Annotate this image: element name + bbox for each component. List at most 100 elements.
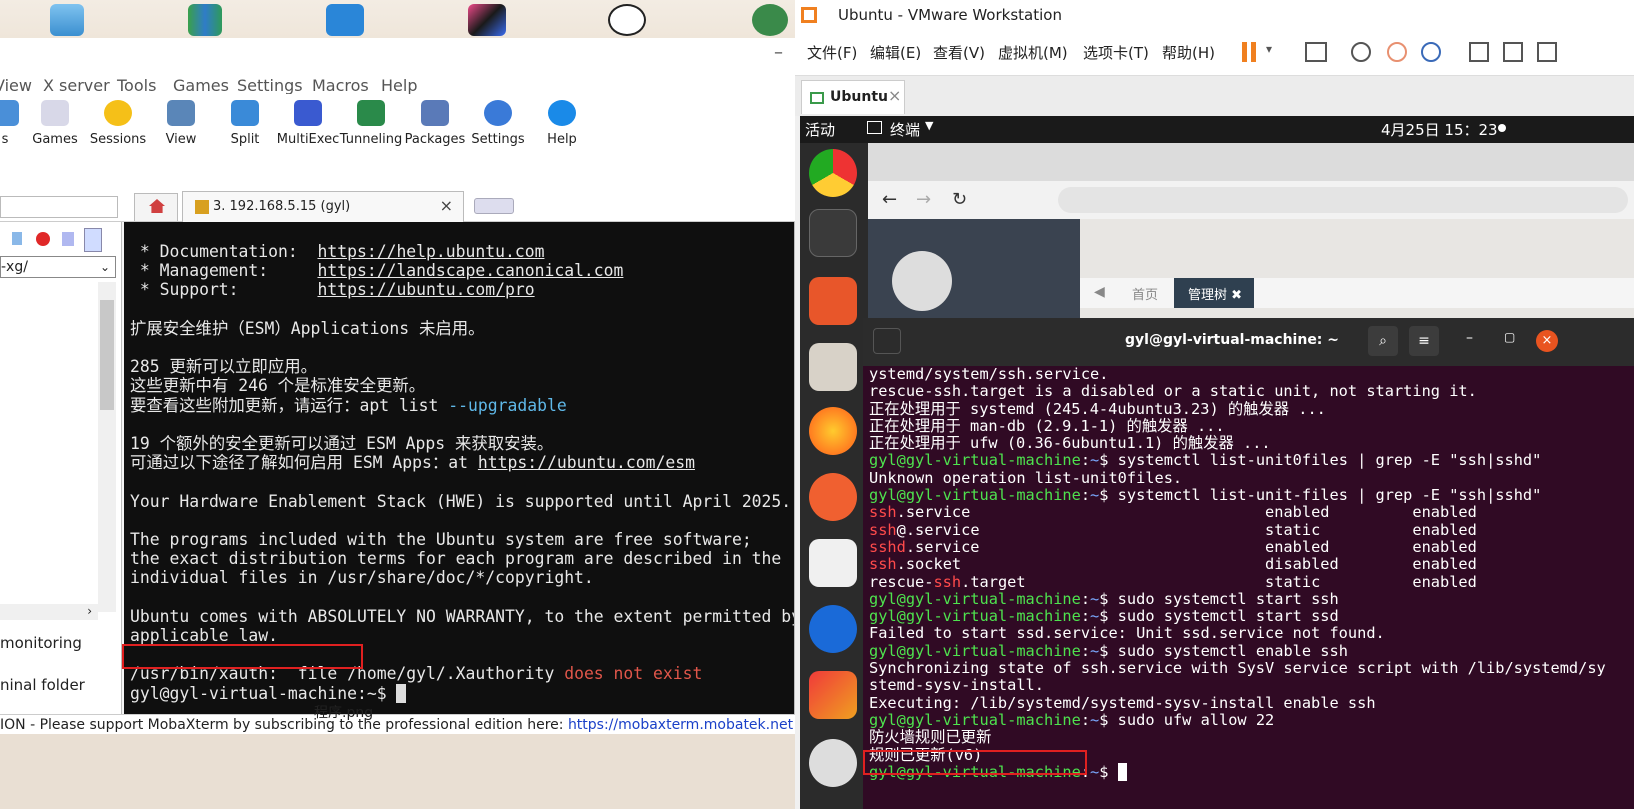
menu-view[interactable]: View — [0, 76, 32, 95]
terminal-line: Failed to start ssd.service: Unit ssd.se… — [869, 624, 1385, 643]
toolbar-tunneling-button[interactable]: Tunneling — [336, 100, 406, 147]
shield-app-icon[interactable] — [752, 4, 788, 36]
tab-manage-tree[interactable]: 管理树 ✖ — [1174, 278, 1254, 308]
home-tab[interactable] — [134, 193, 178, 221]
qq-icon[interactable] — [608, 4, 646, 36]
info-icon[interactable] — [84, 228, 102, 252]
final-prompt-highlight — [863, 750, 1087, 775]
terminal-output[interactable]: ystemd/system/ssh.service. rescue-ssh.tar… — [863, 366, 1634, 809]
snapshot-icon[interactable] — [1351, 42, 1371, 62]
mobatek-link[interactable]: https://mobaxterm.mobatek.net — [568, 717, 793, 733]
toolbar-multiexec-button[interactable]: MultiExec — [273, 100, 343, 147]
computer-icon[interactable] — [50, 4, 84, 36]
toolbar-view-button[interactable]: View — [146, 100, 216, 147]
files-icon[interactable] — [809, 343, 857, 391]
snapshot-manager-icon[interactable] — [1421, 42, 1441, 62]
close-icon[interactable]: × — [440, 196, 453, 215]
rubymine-icon[interactable] — [809, 671, 857, 719]
text-icon[interactable] — [62, 232, 74, 246]
sidebar-item-monitoring[interactable]: monitoring — [0, 634, 82, 652]
monitor-icon — [167, 100, 195, 126]
help-icon[interactable] — [809, 605, 857, 653]
toolbar-sessions-button[interactable]: Sessions — [83, 100, 153, 147]
toolbar-help-button[interactable]: Help — [527, 100, 597, 147]
close-icon[interactable]: × — [888, 86, 901, 105]
delete-icon[interactable] — [36, 232, 50, 246]
moba-prompt-highlight — [122, 644, 363, 669]
menu-games[interactable]: Games — [173, 76, 229, 95]
clock[interactable]: 4月25日 15：23 — [1381, 119, 1498, 140]
search-icon[interactable]: ⌕ — [1368, 326, 1398, 356]
path-dropdown[interactable]: -xg/ ⌄ — [0, 256, 116, 278]
software-center-icon[interactable] — [809, 277, 857, 325]
new-tab-button[interactable] — [474, 198, 514, 214]
toolbar-games-button[interactable]: Games — [20, 100, 90, 147]
dvd-icon[interactable] — [809, 739, 857, 787]
menu-vm[interactable]: 虚拟机(M) — [998, 42, 1068, 63]
address-bar[interactable] — [1058, 187, 1628, 213]
terminal-line: sshd.service enabled enabled — [869, 537, 1477, 556]
tab-prev-icon[interactable]: ◀ — [1094, 284, 1105, 300]
tab-home[interactable]: 首页 — [1132, 284, 1158, 303]
forward-icon[interactable]: → — [916, 189, 931, 210]
sidebar-hscroll[interactable]: › — [0, 604, 98, 620]
toolbar-packages-button[interactable]: Packages — [400, 100, 470, 147]
minimize-button[interactable]: – — [774, 42, 783, 63]
activities-button[interactable]: 活动 — [805, 119, 835, 140]
new-tab-icon[interactable] — [873, 328, 901, 354]
session-tab[interactable]: 3. 192.168.5.15 (gyl) × — [182, 191, 464, 222]
toolbar-split-button[interactable]: Split — [210, 100, 280, 147]
menu-tools[interactable]: Tools — [117, 76, 156, 95]
books-icon[interactable] — [188, 4, 222, 36]
chevron-down-icon[interactable]: ▾ — [1266, 42, 1272, 56]
menu-edit[interactable]: 编辑(E) — [870, 42, 921, 63]
back-icon[interactable]: ← — [882, 189, 897, 210]
terminal-line: gyl@gyl-virtual-machine:~$ sudo systemct… — [869, 641, 1348, 660]
esm-link[interactable]: https://ubuntu.com/esm — [478, 453, 695, 472]
postman-icon[interactable] — [809, 473, 857, 521]
hamburger-menu-icon[interactable]: ≡ — [1409, 326, 1439, 356]
minimize-icon[interactable]: – — [1466, 330, 1473, 346]
send-keys-icon[interactable] — [1305, 42, 1327, 62]
browser-toolbar: ← → ↻ — [868, 181, 1634, 219]
menu-help-vm[interactable]: 帮助(H) — [1162, 42, 1215, 63]
menu-view-vm[interactable]: 查看(V) — [933, 42, 985, 63]
menu-tabs[interactable]: 选项卡(T) — [1083, 42, 1149, 63]
support-link[interactable]: https://ubuntu.com/pro — [318, 280, 535, 299]
menu-help[interactable]: Help — [381, 76, 417, 95]
terminal-icon[interactable] — [809, 209, 857, 257]
reload-icon[interactable]: ↻ — [952, 189, 967, 210]
close-icon[interactable]: × — [1536, 330, 1558, 352]
quick-connect-input[interactable] — [0, 196, 118, 218]
scrollbar-thumb[interactable] — [100, 300, 114, 410]
moba-terminal[interactable]: * Documentation: https://help.ubuntu.com… — [124, 222, 794, 716]
terminal-app-menu[interactable]: 终端 — [890, 119, 920, 140]
mgmt-link[interactable]: https://landscape.canonical.com — [318, 261, 624, 280]
menu-xserver[interactable]: X server — [43, 76, 110, 95]
file-icon[interactable] — [12, 232, 22, 245]
menu-settings[interactable]: Settings — [237, 76, 303, 95]
sidebar-scrollbar[interactable] — [98, 282, 116, 612]
mobaxterm-window: – View X server Tools Games Settings Mac… — [0, 38, 795, 734]
penguin-app-icon[interactable] — [809, 539, 857, 587]
console-view-icon[interactable] — [1503, 42, 1523, 62]
vm-tab-ubuntu[interactable]: Ubuntu × — [801, 80, 905, 114]
tunnel-icon — [357, 100, 385, 126]
terminal-line: gyl@gyl-virtual-machine:~$ systemctl lis… — [869, 486, 1542, 505]
page-tabs: ◀ 首页 管理树 ✖ — [1080, 278, 1634, 308]
intellij-icon[interactable] — [468, 4, 506, 36]
sidebar-toggle-icon[interactable] — [1469, 42, 1489, 62]
revert-snapshot-icon[interactable] — [1387, 42, 1407, 62]
menu-file[interactable]: 文件(F) — [807, 42, 857, 63]
firefox-icon[interactable] — [809, 407, 857, 455]
sidebar-item-terminal-folder[interactable]: ninal folder — [0, 676, 85, 694]
chrome-icon[interactable] — [809, 149, 857, 197]
menu-macros[interactable]: Macros — [312, 76, 369, 95]
maximize-icon[interactable]: ▢ — [1504, 330, 1515, 344]
terminal-line: Synchronizing state of ssh.service with … — [869, 659, 1606, 678]
toolbar-settings-button[interactable]: Settings — [463, 100, 533, 147]
remote-desktop-icon[interactable] — [326, 4, 364, 36]
fullscreen-icon[interactable] — [1537, 42, 1557, 62]
doc-link[interactable]: https://help.ubuntu.com — [318, 242, 545, 261]
pause-icon[interactable] — [1242, 42, 1256, 62]
